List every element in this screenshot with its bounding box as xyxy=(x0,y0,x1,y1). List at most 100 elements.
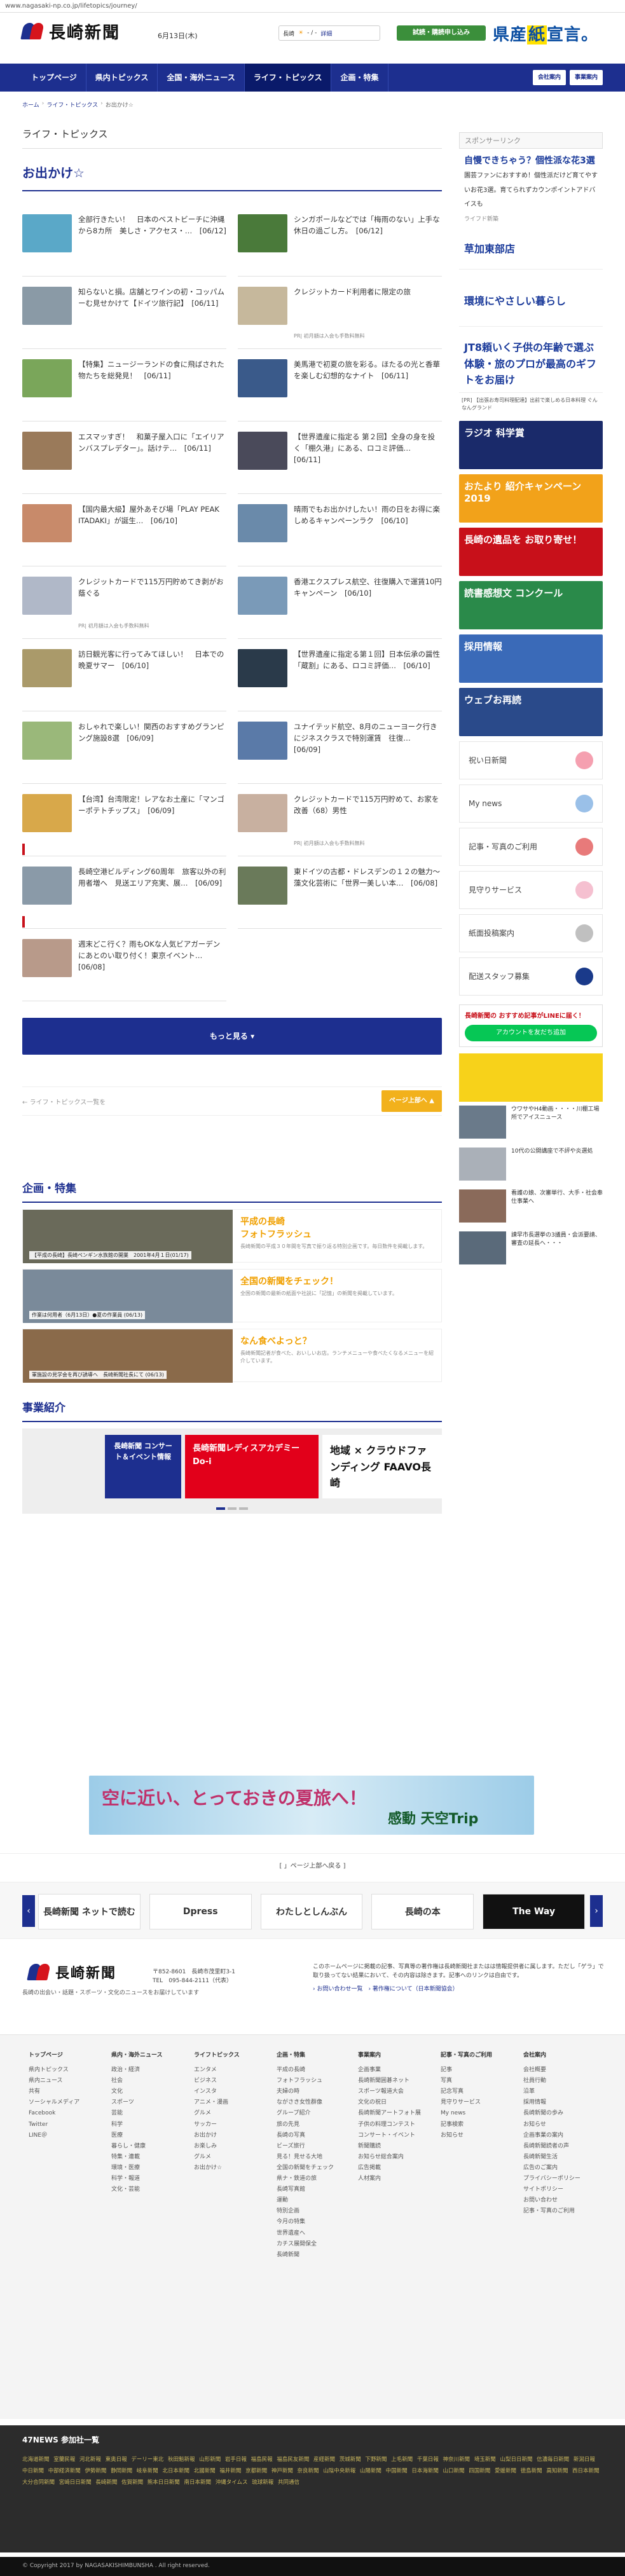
sidebar-nav-link[interactable]: 紙面投稿案内 xyxy=(459,914,603,952)
article-card[interactable]: 美馬港で初夏の旅を彩る。ほたるの光と香華を楽しむ幻想的なナイト [06/11] xyxy=(238,355,442,421)
sidebar-pr-line[interactable]: [PR] 【出張お寿司料理配達】出前で楽しめる日本料理 ぐんなんグランド xyxy=(459,393,603,416)
sitemap-link[interactable]: コンサート・イベント xyxy=(358,2130,421,2141)
sitemap-link[interactable]: お知らせ xyxy=(523,2120,580,2130)
article-card[interactable]: 訪日観光客に行ってみてほしい！ 日本での晩夏サマー [06/10] xyxy=(22,645,226,711)
sitemap-link[interactable]: 県内ニュース xyxy=(29,2076,79,2086)
sidebar-banner[interactable]: 読書感想文 コンクール xyxy=(459,580,603,629)
sidebar-nav-link[interactable]: 祝い日新聞 xyxy=(459,741,603,779)
sitemap-link[interactable]: 県ナ・鉄道の旅 xyxy=(277,2174,334,2184)
article-card[interactable]: ユナイテッド航空、8月のニューヨーク行きにジネスクラスで特別運賃 往復… [06… xyxy=(238,718,442,784)
sitemap-link[interactable]: 暮らし・健康 xyxy=(111,2141,163,2152)
sitemap-link[interactable]: 長崎新聞アートフォト展 xyxy=(358,2108,421,2119)
partner-logo[interactable]: Dpress xyxy=(149,1894,252,1929)
article-card[interactable]: 【台湾】台湾限定！レアなお土産に「マンゴーポテトチップス」 [06/09] xyxy=(22,790,226,856)
sitemap-link[interactable]: グルメ xyxy=(194,2152,240,2163)
sitemap-link[interactable]: スポーツ報道大会 xyxy=(358,2086,421,2097)
wide-ad-banner[interactable]: 空に近い、とっておきの夏旅へ！ 感動 天空Trip xyxy=(89,1776,534,1835)
sitemap-link[interactable]: Twitter xyxy=(29,2120,79,2130)
nav-life-topics[interactable]: ライフ・トピックス xyxy=(244,64,332,92)
sidebar-ranking-banner[interactable] xyxy=(459,1053,603,1102)
sitemap-head[interactable]: 県内・海外ニュース xyxy=(111,2050,163,2061)
sitemap-link[interactable]: スポーツ xyxy=(111,2097,163,2108)
nav-national[interactable]: 全国・海外ニュース xyxy=(158,64,245,92)
article-card[interactable]: クレジットカードで115万円貯めて、お家を改善（68）男性 PR| 初月額は入会も… xyxy=(238,790,442,856)
sitemap-link[interactable]: 見守りサービス xyxy=(441,2097,492,2108)
footer-note-links[interactable]: › お問い合わせ一覧 › 著作権について（日本新聞協会） xyxy=(313,1985,605,1994)
sitemap-link[interactable]: お問い合わせ xyxy=(523,2195,580,2206)
sitemap-link[interactable]: プライバシーポリシー xyxy=(523,2174,580,2184)
sidebar-nav-link[interactable]: 見守りサービス xyxy=(459,870,603,909)
article-card[interactable]: 香港エクスプレス航空、往復購入で運賃10円キャンペーン [06/10] xyxy=(238,573,442,639)
slider-dots[interactable] xyxy=(22,1507,442,1510)
article-card[interactable]: 長崎空港ビルディング60周年 旅客以外の利用者増へ 見送エリア充実、展… [06… xyxy=(22,863,226,929)
article-card[interactable]: おしゃれで楽しい！関西のおすすめグランピング施設8選 [06/09] xyxy=(22,718,226,784)
breadcrumb-life[interactable]: ライフ・トピックス xyxy=(46,100,98,109)
sitemap-link[interactable]: アニメ・漫画 xyxy=(194,2097,240,2108)
sitemap-link[interactable]: 文化 xyxy=(111,2086,163,2097)
sitemap-head[interactable]: 事業案内 xyxy=(358,2050,421,2061)
sitemap-link[interactable]: お知らせ総合案内 xyxy=(358,2152,421,2163)
sitemap-link[interactable]: LINE＠ xyxy=(29,2130,79,2141)
sitemap-link[interactable]: 特別企画 xyxy=(277,2206,334,2217)
sitemap-link[interactable]: お出かけ xyxy=(194,2130,240,2141)
sitemap-link[interactable]: 社会 xyxy=(111,2076,163,2086)
sitemap-link[interactable]: 新聞購読 xyxy=(358,2141,421,2152)
news47-links[interactable]: 北海道新聞 室蘭民報 河北新報 東奥日報 デーリー東北 秋田魁新報 山形新聞 岩… xyxy=(22,2455,603,2489)
pager-prev-link[interactable]: ← ライフ・トピックス一覧を xyxy=(22,1097,106,1106)
nav-features[interactable]: 企画・特集 xyxy=(331,64,388,92)
sitemap-link[interactable]: サッカー xyxy=(194,2120,240,2130)
trial-subscribe-button[interactable]: 試読・購読申し込み xyxy=(397,25,486,41)
sitemap-link[interactable]: 広告のご案内 xyxy=(523,2163,580,2174)
sitemap-link[interactable]: 運動 xyxy=(277,2195,334,2206)
sidebar-nav-link[interactable]: My news xyxy=(459,784,603,823)
footer-logo[interactable]: 長崎新聞 xyxy=(27,1961,116,1983)
logo-next-arrow[interactable]: › xyxy=(590,1895,603,1927)
sitemap-link[interactable]: 広告掲載 xyxy=(358,2163,421,2174)
sidebar-news-item[interactable]: 諫早市長選挙の3議員・会派要請、審査の延長へ・・・ xyxy=(459,1231,603,1270)
sitemap-link[interactable]: 県内トピックス xyxy=(29,2065,79,2076)
article-card[interactable]: 全部行きたい！ 日本のベストビーチに沖縄から8カ所 美しさ・アクセス・… [06… xyxy=(22,210,226,277)
sitemap-link[interactable]: 採用情報 xyxy=(523,2097,580,2108)
partner-logo[interactable]: 長崎新聞 ネットで読む xyxy=(38,1894,141,1929)
partner-logo[interactable]: わたしとしんぶん xyxy=(260,1894,363,1929)
sitemap-link[interactable]: お出かけ☆ xyxy=(194,2163,240,2174)
page-top-button[interactable]: ページ上部へ ▲ xyxy=(381,1090,442,1112)
partner-logo[interactable]: 長崎の本 xyxy=(371,1894,474,1929)
article-card[interactable]: クレジットカードで115万円貯めてき剥がお蔭ぐる PR| 初月額は入会も手数料無料 xyxy=(22,573,226,639)
sitemap-link[interactable]: My news xyxy=(441,2108,492,2119)
sitemap-head[interactable]: ライフトピックス xyxy=(194,2050,240,2061)
sitemap-link[interactable]: 長崎の写真 xyxy=(277,2130,334,2141)
sitemap-link[interactable]: ソーシャルメディア xyxy=(29,2097,79,2108)
sitemap-link[interactable]: 今月の特集 xyxy=(277,2217,334,2228)
sitemap-head[interactable]: トップページ xyxy=(29,2050,79,2061)
sitemap-link[interactable]: カチス展開保全 xyxy=(277,2239,334,2250)
sitemap-link[interactable]: サイトポリシー xyxy=(523,2184,580,2195)
sitemap-link[interactable]: 文化・芸能 xyxy=(111,2184,163,2195)
nav-company-button[interactable]: 会社案内 xyxy=(532,70,566,85)
business-slider[interactable]: 長崎新聞 コンサート＆イベント情報 長崎新聞レディスアカデミー Do-i 地域 … xyxy=(22,1428,442,1514)
sidebar-news-item[interactable]: 10代の公開講座で不評や炎選処 xyxy=(459,1147,603,1186)
sitemap-link[interactable]: 環境・医療 xyxy=(111,2163,163,2174)
feature-item[interactable]: 【平成の長崎】長崎ペンギン水族館の開業 2001年4月１日(01/17) 平成の長… xyxy=(22,1209,442,1263)
sitemap-link[interactable]: 旅の先見 xyxy=(277,2120,334,2130)
sitemap-link[interactable]: Facebook xyxy=(29,2108,79,2119)
article-card[interactable]: 【特集】ニュージーランドの食に飛ばされた物たちを総発見！ [06/11] xyxy=(22,355,226,421)
sitemap-link[interactable]: 社員行動 xyxy=(523,2076,580,2086)
sidebar-banner[interactable]: ウェブお再読 xyxy=(459,687,603,736)
sitemap-link[interactable]: 記事 xyxy=(441,2065,492,2076)
sidebar-nav-link[interactable]: 記事・写真のご利用 xyxy=(459,827,603,866)
sitemap-link[interactable]: 平成の長崎 xyxy=(277,2065,334,2076)
sitemap-link[interactable]: 子供の料理コンテスト xyxy=(358,2120,421,2130)
nav-top[interactable]: トップページ xyxy=(22,64,86,92)
sitemap-link[interactable]: 企画事業の案内 xyxy=(523,2130,580,2141)
jigyo-banner-doi[interactable]: 長崎新聞レディスアカデミー Do-i xyxy=(185,1435,319,1498)
sitemap-link[interactable]: 記念写真 xyxy=(441,2086,492,2097)
sitemap-link[interactable]: ながさき女性群像 xyxy=(277,2097,334,2108)
article-card[interactable]: エスマッすぎ！ 和菓子屋入口に「エイリアンバスプレデター」。話けテ… [06/1… xyxy=(22,428,226,494)
sitemap-link[interactable]: 人材案内 xyxy=(358,2174,421,2184)
sitemap-link[interactable]: 特集・連載 xyxy=(111,2152,163,2163)
logo-prev-arrow[interactable]: ‹ xyxy=(22,1895,35,1927)
sitemap-link[interactable]: 全国の新聞をチェック xyxy=(277,2163,334,2174)
partner-logo[interactable]: The Way xyxy=(483,1894,585,1929)
jigyo-banner-concert[interactable]: 長崎新聞 コンサート＆イベント情報 xyxy=(105,1435,181,1498)
